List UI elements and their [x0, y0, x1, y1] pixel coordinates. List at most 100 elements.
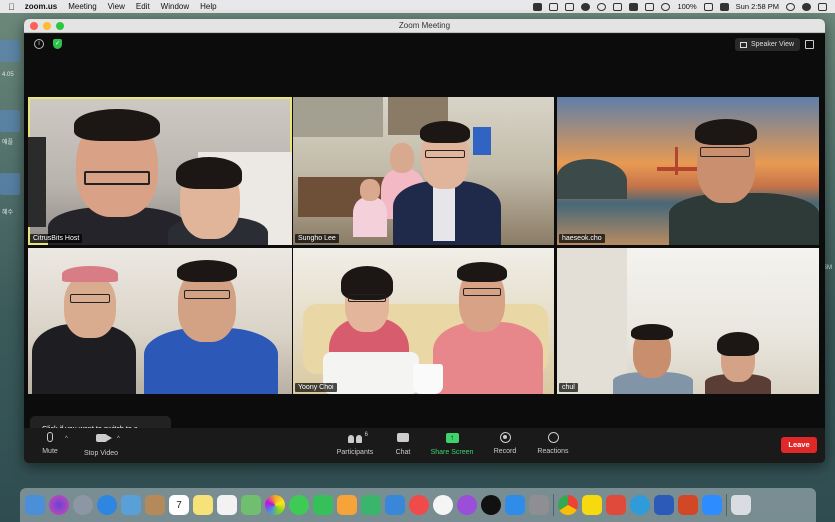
participant-hair: [717, 332, 759, 356]
launchpad-icon[interactable]: [73, 495, 93, 515]
pages-icon[interactable]: [337, 495, 357, 515]
reactions-button[interactable]: Reactions: [535, 432, 571, 455]
minimize-window-icon[interactable]: [43, 21, 51, 30]
meeting-info-icon[interactable]: i: [34, 39, 44, 49]
keynote-icon[interactable]: [385, 495, 405, 515]
numbers-icon[interactable]: [361, 495, 381, 515]
leave-meeting-button[interactable]: Leave: [781, 437, 817, 453]
calendar-icon[interactable]: 7: [169, 495, 189, 515]
desktop-file-icon[interactable]: [0, 110, 20, 132]
clock-status-icon[interactable]: [597, 2, 607, 11]
news-icon[interactable]: [409, 495, 429, 515]
user-avatar-icon[interactable]: [802, 2, 811, 11]
background-object: [675, 147, 678, 175]
speaker-view-button[interactable]: Speaker View: [735, 38, 800, 51]
kakaotalk-icon[interactable]: [582, 495, 602, 515]
participant-glasses: [425, 150, 465, 158]
desktop-file-label: 4.05: [2, 72, 14, 78]
menubar-clock[interactable]: Sun 2:58 PM: [736, 2, 779, 11]
participants-icon: 6: [348, 432, 368, 443]
apple-icon[interactable]: : [8, 2, 15, 12]
menu-edit[interactable]: Edit: [136, 2, 150, 11]
drive-icon[interactable]: [629, 2, 639, 11]
background-object: [28, 137, 46, 227]
fullscreen-icon[interactable]: [805, 40, 814, 49]
battery-icon[interactable]: [703, 2, 713, 11]
blanket: [323, 352, 419, 394]
participants-button[interactable]: 6 Participants: [333, 432, 377, 456]
window-titlebar[interactable]: Zoom Meeting: [24, 19, 825, 33]
dock-separator: [726, 494, 727, 516]
word-icon[interactable]: [654, 495, 674, 515]
maps-icon[interactable]: [241, 495, 261, 515]
zoom-status-icon[interactable]: [533, 2, 543, 11]
mute-label: Mute: [42, 448, 58, 455]
bluetooth-icon[interactable]: [645, 2, 655, 11]
mute-button[interactable]: Mute: [36, 432, 64, 455]
chrome-icon[interactable]: [558, 495, 578, 515]
contacts-icon[interactable]: [145, 495, 165, 515]
desktop-file-icon[interactable]: [0, 173, 20, 195]
input-source-icon[interactable]: [719, 2, 729, 11]
menu-help[interactable]: Help: [200, 2, 216, 11]
participant-hair: [74, 109, 160, 141]
participant-glasses: [184, 290, 230, 299]
notes-icon[interactable]: [193, 495, 213, 515]
menu-meeting[interactable]: Meeting: [68, 2, 96, 11]
zoom-icon[interactable]: [702, 495, 722, 515]
trash-icon[interactable]: [731, 495, 751, 515]
airplay-icon[interactable]: [613, 2, 623, 11]
video-tile-host[interactable]: CitrusBits Host: [28, 97, 292, 245]
finder-icon[interactable]: [25, 495, 45, 515]
photos-icon[interactable]: [265, 495, 285, 515]
podcasts-icon[interactable]: [457, 495, 477, 515]
desktop-file-icon[interactable]: [0, 40, 20, 62]
spotlight-search-icon[interactable]: [786, 2, 795, 11]
music-icon[interactable]: [433, 495, 453, 515]
siri-icon[interactable]: [49, 495, 69, 515]
participant-glasses: [348, 294, 386, 302]
chat-status-icon[interactable]: [581, 2, 591, 11]
reminders-icon[interactable]: [217, 495, 237, 515]
encryption-shield-icon[interactable]: ✓: [53, 39, 62, 49]
preview-icon[interactable]: [121, 495, 141, 515]
record-button[interactable]: Record: [490, 432, 520, 455]
appstore-icon[interactable]: [505, 495, 525, 515]
settings-icon[interactable]: [529, 495, 549, 515]
menu-window[interactable]: Window: [161, 2, 189, 11]
video-tile-participant-4[interactable]: [28, 248, 292, 394]
participant-name-label: CitrusBits Host: [30, 234, 83, 243]
edge-icon[interactable]: [630, 495, 650, 515]
facetime-icon[interactable]: [313, 495, 333, 515]
participant-glasses: [700, 147, 750, 157]
audio-options-chevron-up-icon[interactable]: ^: [65, 436, 68, 442]
chat-button[interactable]: Chat: [390, 432, 416, 456]
video-tile-sungho-lee[interactable]: Sungho Lee: [293, 97, 554, 245]
video-tile-yoony-choi[interactable]: Yoony Choi: [293, 248, 554, 394]
sync-icon[interactable]: [565, 2, 575, 11]
messages-icon[interactable]: [289, 495, 309, 515]
participant-hair: [695, 119, 757, 145]
participant-hair: [457, 262, 507, 282]
background-object: [473, 127, 491, 155]
safari-icon[interactable]: [97, 495, 117, 515]
record-label: Record: [493, 448, 517, 455]
notification-center-icon[interactable]: [818, 2, 827, 11]
video-tile-chul[interactable]: chul: [557, 248, 819, 394]
pdf-icon[interactable]: [606, 495, 626, 515]
share-screen-button[interactable]: ↑ Share Screen: [429, 432, 475, 456]
background-object: [293, 97, 383, 137]
menu-view[interactable]: View: [108, 2, 125, 11]
powerpoint-icon[interactable]: [678, 495, 698, 515]
participant-body: [433, 322, 543, 394]
video-tile-haeseok-cho[interactable]: haeseok.cho: [557, 97, 819, 245]
zoom-window-icon[interactable]: [56, 21, 64, 30]
wifi-icon[interactable]: [661, 2, 671, 11]
screen-icon[interactable]: [549, 2, 559, 11]
participants-count: 6: [364, 432, 368, 438]
tv-icon[interactable]: [481, 495, 501, 515]
video-options-chevron-up-icon[interactable]: ^: [117, 436, 120, 442]
menu-app-name[interactable]: zoom.us: [25, 2, 57, 11]
stop-video-button[interactable]: Stop Video: [80, 432, 122, 457]
close-window-icon[interactable]: [30, 21, 38, 30]
